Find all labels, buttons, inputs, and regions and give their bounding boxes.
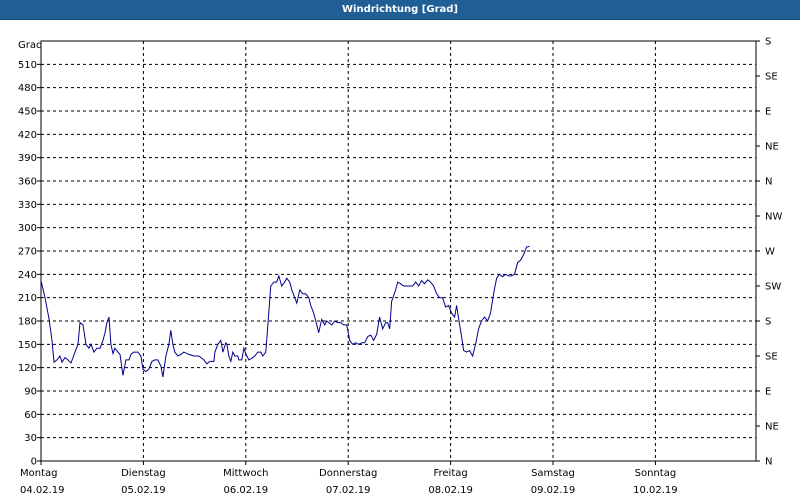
y-tick-label: 0 bbox=[31, 457, 37, 468]
right-tick-label: E bbox=[765, 387, 771, 398]
y-tick-label: 360 bbox=[18, 177, 37, 188]
right-tick-label: N bbox=[765, 177, 772, 188]
chart: Grad 0 30 60 90 120 150 180 210 240 270 300 330 360 3… bbox=[18, 37, 783, 497]
y-tick-label: 480 bbox=[18, 83, 37, 94]
x-tick-day: Mittwoch bbox=[223, 468, 268, 479]
right-tick-label: SE bbox=[765, 352, 778, 363]
x-tick-day: Sonntag bbox=[635, 468, 677, 479]
series-line bbox=[40, 245, 530, 378]
x-tick-date: 05.02.19 bbox=[121, 485, 166, 496]
right-tick-label: W bbox=[765, 247, 775, 258]
y-tick-label: 510 bbox=[18, 60, 37, 71]
right-axis-ticks: N NE E SE S SW W NW N NE E SE S bbox=[756, 37, 782, 468]
x-axis-ticks: Montag 04.02.19 Dienstag 05.02.19 Mittwoch 06… bbox=[20, 461, 678, 496]
y-tick-label: 210 bbox=[18, 293, 37, 304]
x-tick-date: 10.02.19 bbox=[633, 485, 678, 496]
right-tick-label: SW bbox=[765, 282, 781, 293]
y-tick-label: 270 bbox=[18, 247, 37, 258]
y-tick-label: 150 bbox=[18, 340, 37, 351]
right-tick-label: NE bbox=[765, 142, 779, 153]
y-tick-label: 30 bbox=[24, 433, 37, 444]
y-tick-label: 300 bbox=[18, 223, 37, 234]
y-tick-label: 450 bbox=[18, 107, 37, 118]
right-tick-label: NW bbox=[765, 212, 782, 223]
right-tick-label: SE bbox=[765, 72, 778, 83]
x-tick-day: Samstag bbox=[531, 468, 575, 479]
y-tick-label: 420 bbox=[18, 130, 37, 141]
right-tick-label: E bbox=[765, 107, 771, 118]
x-tick-date: 06.02.19 bbox=[224, 485, 269, 496]
y-axis-ticks: 0 30 60 90 120 150 180 210 240 270 300 330 360 390 420… bbox=[18, 60, 41, 468]
x-tick-date: 04.02.19 bbox=[20, 485, 65, 496]
right-tick-label: NE bbox=[765, 422, 779, 433]
right-tick-label: S bbox=[765, 317, 771, 328]
x-tick-date: 09.02.19 bbox=[531, 485, 576, 496]
y-tick-label: 240 bbox=[18, 270, 37, 281]
x-tick-day: Freitag bbox=[433, 468, 467, 479]
x-tick-day: Donnerstag bbox=[319, 468, 377, 479]
y-tick-label: 120 bbox=[18, 363, 37, 374]
grid bbox=[41, 41, 756, 461]
right-tick-label: S bbox=[765, 37, 771, 48]
right-tick-label: N bbox=[765, 457, 772, 468]
x-tick-date: 08.02.19 bbox=[428, 485, 473, 496]
y-tick-label: 180 bbox=[18, 317, 37, 328]
y-tick-label: 390 bbox=[18, 153, 37, 164]
y-tick-label: 90 bbox=[24, 387, 37, 398]
y-axis-label: Grad bbox=[18, 40, 42, 51]
x-tick-day: Dienstag bbox=[121, 468, 166, 479]
x-tick-day: Montag bbox=[20, 468, 57, 479]
y-tick-label: 330 bbox=[18, 200, 37, 211]
y-tick-label: 60 bbox=[24, 410, 37, 421]
x-tick-date: 07.02.19 bbox=[326, 485, 371, 496]
